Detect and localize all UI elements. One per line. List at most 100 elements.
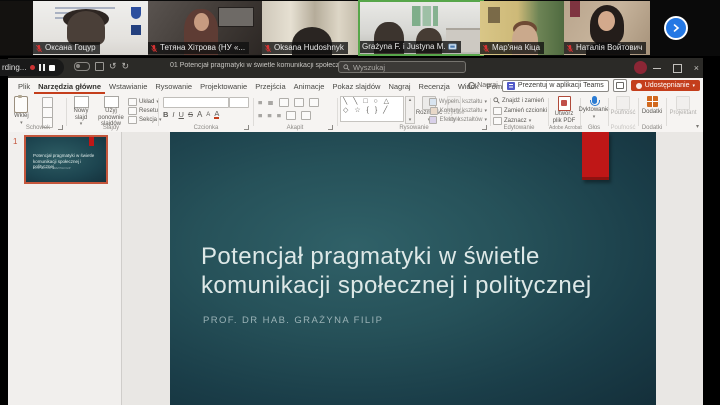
video-tile-partial[interactable] [0, 1, 33, 55]
maximize-button[interactable] [673, 64, 682, 73]
align-right-button[interactable]: ≡ [277, 111, 281, 120]
muted-mic-icon [566, 44, 574, 53]
tab-przejscia[interactable]: Przejścia [251, 80, 289, 94]
font-name-select[interactable] [163, 97, 229, 108]
dictate-button[interactable]: Dyktowanie ▾ [582, 96, 606, 120]
group-label: Poufność [609, 125, 637, 131]
comments-button[interactable] [613, 79, 627, 92]
underline-button[interactable]: U [179, 110, 184, 119]
paste-button[interactable]: Wklej ▾ [14, 96, 29, 126]
reuse-slides-button[interactable]: Użyj ponownie slajdów [95, 96, 127, 128]
share-button[interactable]: Udostępnianie ▾ [631, 80, 700, 91]
search-box[interactable]: Wyszukaj [338, 61, 466, 73]
group-label: Akapit [256, 125, 334, 131]
slide-thumbnail[interactable]: Potencjał pragmatyki w świetle komunikac… [24, 135, 108, 184]
slide-canvas[interactable]: Potencjał pragmatyki w świetle komunikac… [170, 132, 656, 405]
dialog-launcher-icon[interactable] [328, 125, 333, 130]
pause-recording-button[interactable] [39, 64, 44, 71]
strikethrough-button[interactable]: S [188, 110, 193, 119]
dropdown-icon: ▾ [484, 108, 487, 114]
tab-plik[interactable]: Plik [14, 80, 34, 94]
indent-decrease-button[interactable] [279, 98, 289, 107]
undo-icon[interactable]: ↺ [109, 61, 117, 72]
video-tile[interactable]: Оксана Гоцур [33, 1, 148, 55]
addins-button[interactable]: Dodatki [640, 96, 664, 116]
building-window [488, 7, 500, 23]
stop-recording-button[interactable] [49, 65, 55, 71]
account-avatar[interactable] [634, 61, 647, 74]
indent-increase-button[interactable] [294, 98, 304, 107]
comment-icon [616, 82, 624, 89]
video-tile[interactable]: Oksana Hudoshnyk [262, 1, 358, 55]
tab-animacje[interactable]: Animacje [290, 80, 329, 94]
video-tile[interactable]: Тетяна Хітрова (НУ «... [148, 1, 262, 55]
recording-toolbar: rding... [0, 59, 64, 76]
group-label: Dodatki [639, 125, 665, 131]
section-icon [128, 116, 137, 124]
reset-button[interactable]: Resetuj [128, 107, 159, 115]
shapes-gallery-scrollbar[interactable]: ▴▾ [405, 96, 415, 124]
find-replace-button[interactable]: Znajdź i zamień [493, 97, 544, 104]
chevron-right-icon [671, 23, 681, 33]
font-color-button[interactable]: A [214, 110, 219, 119]
tab-projektowanie[interactable]: Projektowanie [196, 80, 251, 94]
redo-icon[interactable]: ↻ [122, 61, 130, 72]
group-acrobat: Utwórz plik PDF Adobe Acrobat [549, 94, 579, 131]
font-size-select[interactable] [229, 97, 249, 108]
tab-recenzja[interactable]: Recenzja [415, 80, 454, 94]
video-tile[interactable]: Мар'яна Кіца [480, 1, 564, 55]
tab-pokaz-slajdow[interactable]: Pokaz slajdów [328, 80, 384, 94]
tab-rysowanie[interactable]: Rysowanie [151, 80, 196, 94]
bold-button[interactable]: B [163, 110, 168, 119]
present-in-teams-button[interactable]: Prezentuj w aplikacji Teams [502, 80, 609, 92]
participant-name: Мар'яна Кіца [492, 43, 540, 53]
select-button[interactable]: Zaznacz ▾ [493, 117, 531, 125]
collapse-ribbon-icon[interactable]: ▾ [696, 123, 699, 130]
line-spacing-button[interactable] [309, 98, 319, 107]
slide-subtitle[interactable]: PROF. DR HAB. GRAŻYNA FILIP [203, 315, 383, 326]
tab-nagraj[interactable]: Nagraj [384, 80, 414, 94]
slide-title[interactable]: Potencjał pragmatyki w świetle komunikac… [201, 242, 641, 300]
replace-fonts-button[interactable]: Zamień czcionki [493, 107, 547, 115]
next-participants-button[interactable] [664, 16, 688, 40]
record-button[interactable]: Nagraj [468, 82, 498, 89]
group-label: Slajdy [68, 125, 154, 131]
shape-effects-button[interactable]: Efekty kształtów▾ [429, 116, 487, 124]
italic-button[interactable]: I [172, 110, 174, 119]
dialog-launcher-icon[interactable] [58, 125, 63, 130]
close-button[interactable]: × [694, 63, 699, 73]
shrink-font-button[interactable]: A [206, 112, 210, 118]
align-center-button[interactable]: ≡ [267, 111, 271, 120]
tab-wstawianie[interactable]: Wstawianie [105, 80, 151, 94]
group-label: Rysowanie [340, 125, 488, 131]
muted-mic-icon [264, 44, 272, 53]
layout-button[interactable]: Układ▾ [128, 98, 159, 106]
shapes-gallery[interactable]: ╲ ╲ □ ○ △ ◇ ☆ { } ╱ [340, 96, 404, 122]
participant-name: Тетяна Хітрова (НУ «... [160, 43, 245, 53]
section-button[interactable]: Sekcja▾ [128, 116, 162, 124]
text-direction-button[interactable] [301, 111, 311, 120]
create-pdf-button[interactable]: Utwórz plik PDF [551, 96, 577, 124]
shape-outline-button[interactable]: Kontury kształtu▾ [430, 107, 487, 115]
thumbnail-subtitle: PROF. DR HAB. GRAŻYNA FILIP [33, 167, 99, 170]
autosave-toggle[interactable] [74, 62, 90, 71]
align-left-button[interactable]: ≡ [258, 111, 262, 120]
bullets-button[interactable]: ≡ [258, 98, 262, 107]
video-tile[interactable]: Наталія Войтович [564, 1, 650, 55]
dialog-launcher-icon[interactable] [482, 125, 487, 130]
tab-narzedzia-glowne[interactable]: Narzędzia główne [34, 80, 105, 94]
save-icon[interactable] [95, 62, 104, 71]
sensitivity-button[interactable]: Poufność [611, 96, 635, 117]
recording-dot-icon [30, 65, 35, 70]
minimize-button[interactable] [653, 68, 661, 69]
new-slide-button[interactable]: Nowy slajd ▾ [68, 96, 94, 128]
participant-name: Oksana Hudoshnyk [274, 43, 344, 53]
designer-button[interactable]: Projektant [670, 96, 696, 117]
grow-font-button[interactable]: A [197, 110, 202, 119]
video-tile-active-speaker[interactable]: Grażyna F. i Justyna M. [358, 0, 484, 56]
dialog-launcher-icon[interactable] [244, 125, 249, 130]
columns-button[interactable] [286, 111, 296, 120]
shape-fill-button[interactable]: Wypełn. kształtu▾ [429, 98, 487, 106]
participant-face [194, 13, 209, 31]
numbering-button[interactable]: ≣ [267, 98, 273, 107]
